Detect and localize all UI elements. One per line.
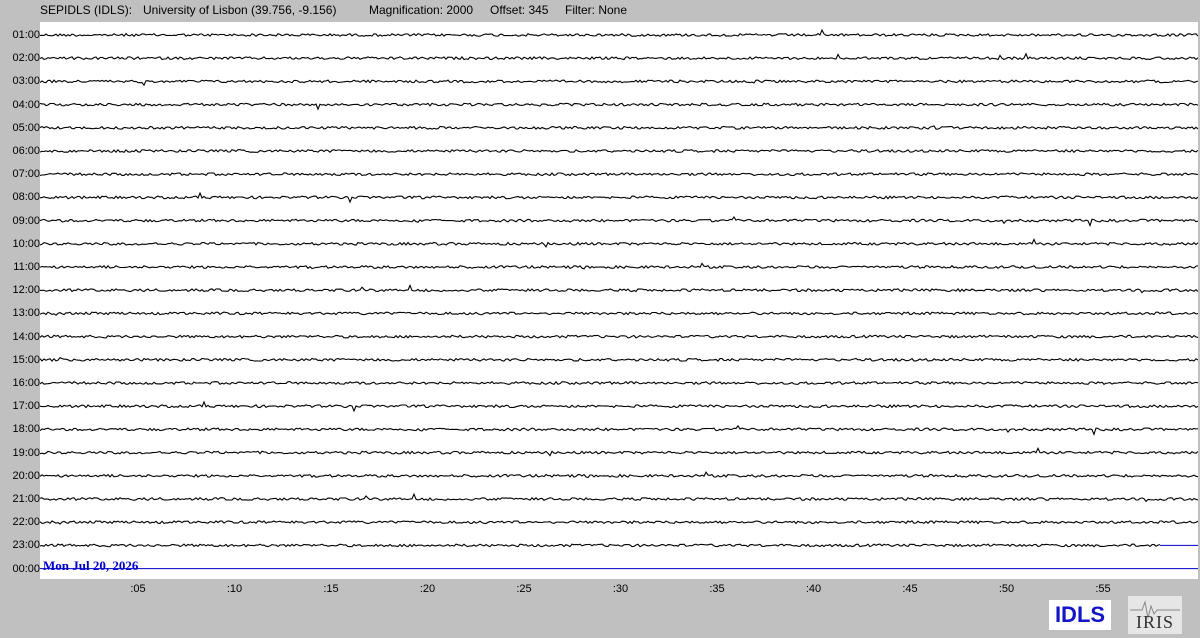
minute-label: :10 bbox=[226, 583, 243, 595]
hour-label: 07:00 bbox=[12, 168, 40, 181]
magnification-readout: Magnification: 2000 bbox=[369, 3, 474, 17]
seismic-trace bbox=[40, 125, 1198, 130]
seismic-trace bbox=[40, 148, 1198, 154]
seismic-trace bbox=[40, 28, 1198, 38]
hour-label: 17:00 bbox=[12, 400, 40, 413]
hour-label: 16:00 bbox=[12, 377, 40, 389]
seismogram-traces bbox=[40, 28, 1198, 570]
date-label: Mon Jul 20, 2026 bbox=[43, 558, 139, 573]
offset-readout: Offset: 345 bbox=[490, 3, 549, 17]
hour-label: 11:00 bbox=[13, 261, 40, 273]
hour-label: 23:00 bbox=[12, 539, 40, 552]
hour-label: 22:00 bbox=[12, 516, 40, 529]
minute-label: :50 bbox=[998, 583, 1015, 595]
iris-logo-text: IRIS bbox=[1135, 612, 1174, 632]
hour-label: 04:00 bbox=[12, 98, 40, 111]
seismic-trace bbox=[40, 238, 1198, 248]
seismic-trace bbox=[40, 79, 1198, 87]
hour-label: 21:00 bbox=[12, 493, 40, 505]
seismic-trace bbox=[40, 424, 1198, 436]
hour-label: 06:00 bbox=[12, 145, 40, 157]
seismic-trace bbox=[40, 492, 1198, 503]
minute-label: :55 bbox=[1095, 583, 1111, 595]
minute-label: :35 bbox=[709, 583, 725, 595]
seismic-trace bbox=[40, 172, 1198, 177]
hour-label: 15:00 bbox=[12, 353, 40, 366]
seismic-trace bbox=[40, 102, 1198, 111]
hour-label: 03:00 bbox=[12, 75, 40, 88]
hour-label: 01:00 bbox=[12, 29, 40, 41]
hour-label: 10:00 bbox=[12, 237, 40, 250]
minute-label: :05 bbox=[130, 583, 146, 595]
station-location: University of Lisbon (39.756, -9.156) bbox=[143, 3, 337, 17]
hour-label: 00:00 bbox=[12, 562, 40, 575]
hour-label: 20:00 bbox=[12, 469, 40, 482]
seismic-trace bbox=[40, 216, 1198, 228]
minute-label: :15 bbox=[323, 583, 339, 595]
filter-readout: Filter: None bbox=[565, 3, 628, 17]
seismic-trace bbox=[40, 283, 1198, 294]
seismic-trace bbox=[40, 191, 1198, 204]
seismic-trace bbox=[40, 446, 1198, 457]
idls-logo: IDLS bbox=[1049, 600, 1111, 630]
hour-label: 02:00 bbox=[12, 52, 40, 65]
seismic-trace bbox=[40, 380, 1198, 386]
seismic-trace bbox=[40, 262, 1198, 270]
seismic-trace bbox=[40, 543, 1161, 548]
hour-label: 14:00 bbox=[12, 330, 40, 343]
minute-label: :45 bbox=[902, 583, 918, 595]
seismic-trace bbox=[40, 520, 1198, 525]
seismic-trace bbox=[40, 311, 1198, 316]
seismic-trace bbox=[40, 471, 1198, 479]
hour-label: 09:00 bbox=[12, 214, 40, 227]
hour-label: 18:00 bbox=[12, 423, 40, 436]
seismic-trace bbox=[40, 334, 1198, 339]
hour-label: 19:00 bbox=[12, 446, 40, 459]
hour-label: 13:00 bbox=[12, 307, 40, 320]
header-bar: SEPIDLS (IDLS): University of Lisbon (39… bbox=[0, 0, 1200, 20]
seismic-trace bbox=[40, 52, 1198, 61]
minute-label: :20 bbox=[419, 583, 436, 595]
seismic-trace bbox=[40, 357, 1198, 362]
seismic-trace bbox=[40, 400, 1198, 413]
iris-logo: IRIS bbox=[1128, 596, 1182, 634]
minute-label: :30 bbox=[612, 583, 629, 595]
seismogram-plot bbox=[40, 22, 1198, 579]
hour-label: 08:00 bbox=[12, 191, 40, 204]
minute-label: :40 bbox=[805, 583, 822, 595]
hour-label: 12:00 bbox=[12, 284, 40, 297]
hour-label: 05:00 bbox=[12, 121, 40, 134]
station-id: SEPIDLS (IDLS): bbox=[40, 3, 133, 17]
minute-label: :25 bbox=[516, 583, 532, 595]
